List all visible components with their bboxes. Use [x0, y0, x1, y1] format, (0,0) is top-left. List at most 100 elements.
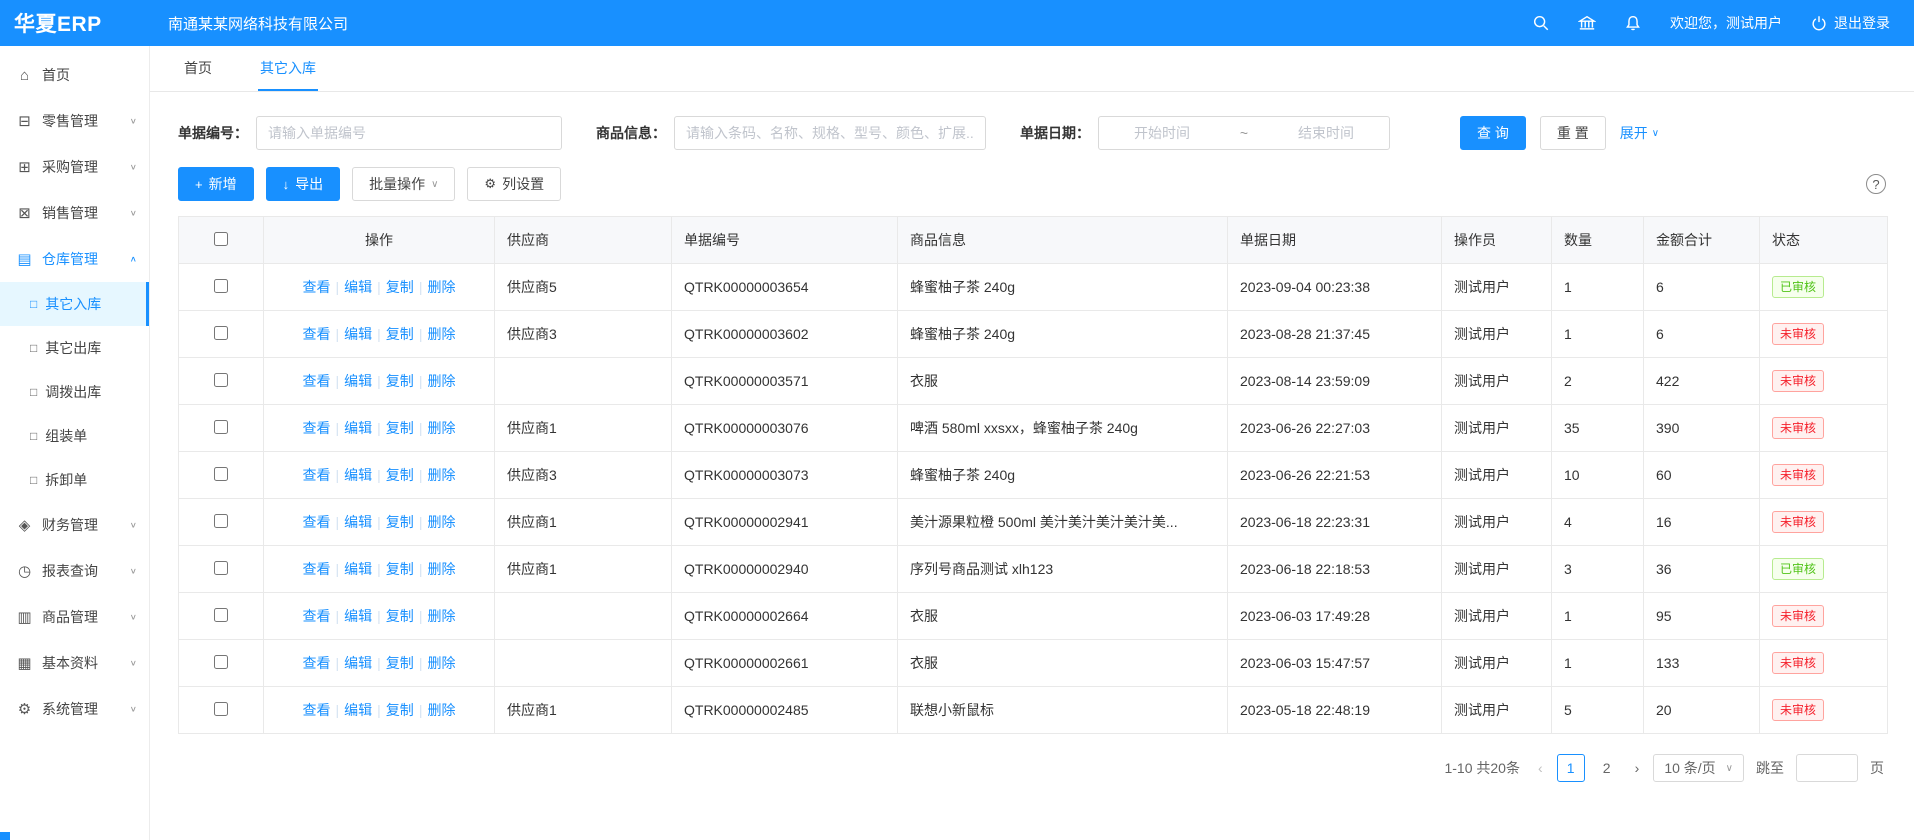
- next-page-icon[interactable]: ›: [1633, 760, 1642, 776]
- row-checkbox[interactable]: [214, 279, 228, 293]
- action-copy[interactable]: 复制: [386, 655, 414, 671]
- sidebar-item-system[interactable]: ⚙系统管理∨: [0, 686, 149, 732]
- action-view[interactable]: 查看: [303, 655, 331, 671]
- select-all-checkbox[interactable]: [214, 232, 228, 246]
- status-cell: 未审核: [1760, 499, 1888, 546]
- row-checkbox[interactable]: [214, 561, 228, 575]
- action-delete[interactable]: 删除: [427, 420, 455, 436]
- row-checkbox[interactable]: [214, 702, 228, 716]
- row-checkbox[interactable]: [214, 514, 228, 528]
- sidebar-item-finance[interactable]: ◈财务管理∨: [0, 502, 149, 548]
- cell-material: 衣服: [898, 358, 1228, 405]
- action-edit[interactable]: 编辑: [344, 514, 372, 530]
- action-copy[interactable]: 复制: [386, 608, 414, 624]
- sidebar-item-warehouse[interactable]: ▤仓库管理∧: [0, 236, 149, 282]
- row-checkbox[interactable]: [214, 655, 228, 669]
- action-edit[interactable]: 编辑: [344, 561, 372, 577]
- prev-page-icon[interactable]: ‹: [1536, 760, 1545, 776]
- sidebar-item-home[interactable]: ⌂首页: [0, 52, 149, 98]
- action-delete[interactable]: 删除: [427, 326, 455, 342]
- reset-button[interactable]: 重 置: [1540, 116, 1606, 150]
- sidebar-subitem-assemble[interactable]: □组装单: [0, 414, 149, 458]
- sidebar-item-purchase[interactable]: ⊞采购管理∨: [0, 144, 149, 190]
- action-edit[interactable]: 编辑: [344, 326, 372, 342]
- column-settings-button[interactable]: ⚙ 列设置: [467, 167, 561, 201]
- jump-page-input[interactable]: [1796, 754, 1858, 782]
- row-checkbox[interactable]: [214, 467, 228, 481]
- action-delete[interactable]: 删除: [427, 608, 455, 624]
- sidebar-subitem-other-in[interactable]: □其它入库: [0, 282, 149, 326]
- sidebar-item-report[interactable]: ◷报表查询∨: [0, 548, 149, 594]
- action-copy[interactable]: 复制: [386, 279, 414, 295]
- sidebar-item-goods[interactable]: ▥商品管理∨: [0, 594, 149, 640]
- action-copy[interactable]: 复制: [386, 702, 414, 718]
- action-view[interactable]: 查看: [303, 279, 331, 295]
- action-edit[interactable]: 编辑: [344, 608, 372, 624]
- action-copy[interactable]: 复制: [386, 467, 414, 483]
- action-copy[interactable]: 复制: [386, 561, 414, 577]
- page-button-2[interactable]: 2: [1593, 754, 1621, 782]
- sidebar-subitem-other-out[interactable]: □其它出库: [0, 326, 149, 370]
- tab-other-in[interactable]: 其它入库: [258, 46, 318, 91]
- logout-button[interactable]: 退出登录: [1810, 13, 1890, 33]
- app-logo: 华夏ERP: [0, 8, 150, 38]
- action-view[interactable]: 查看: [303, 702, 331, 718]
- row-checkbox[interactable]: [214, 373, 228, 387]
- sidebar-item-retail[interactable]: ⊟零售管理∨: [0, 98, 149, 144]
- action-delete[interactable]: 删除: [427, 373, 455, 389]
- bank-icon[interactable]: [1578, 14, 1596, 32]
- action-copy[interactable]: 复制: [386, 326, 414, 342]
- sidebar-item-label: 零售管理: [42, 111, 98, 131]
- date-range-picker[interactable]: 开始时间 ~ 结束时间: [1098, 116, 1390, 150]
- sidebar-subitem-disassemble[interactable]: □拆卸单: [0, 458, 149, 502]
- bill-no-input[interactable]: [256, 116, 562, 150]
- retail-icon: ⊟: [16, 112, 33, 130]
- expand-link[interactable]: 展开 ∨: [1620, 123, 1659, 143]
- row-checkbox[interactable]: [214, 420, 228, 434]
- action-copy[interactable]: 复制: [386, 514, 414, 530]
- action-edit[interactable]: 编辑: [344, 702, 372, 718]
- tab-home[interactable]: 首页: [182, 46, 214, 91]
- action-edit[interactable]: 编辑: [344, 373, 372, 389]
- action-delete[interactable]: 删除: [427, 514, 455, 530]
- export-button[interactable]: ↓ 导出: [266, 167, 341, 201]
- cell-bill_no: QTRK00000003076: [672, 405, 898, 452]
- material-input[interactable]: [674, 116, 986, 150]
- action-view[interactable]: 查看: [303, 420, 331, 436]
- action-view[interactable]: 查看: [303, 467, 331, 483]
- action-view[interactable]: 查看: [303, 514, 331, 530]
- page-button-1[interactable]: 1: [1557, 754, 1585, 782]
- action-edit[interactable]: 编辑: [344, 420, 372, 436]
- action-separator: |: [377, 655, 381, 671]
- sidebar-subitem-transfer-out[interactable]: □调拨出库: [0, 370, 149, 414]
- action-copy[interactable]: 复制: [386, 420, 414, 436]
- action-separator: |: [419, 514, 423, 530]
- action-delete[interactable]: 删除: [427, 561, 455, 577]
- action-edit[interactable]: 编辑: [344, 467, 372, 483]
- action-view[interactable]: 查看: [303, 326, 331, 342]
- search-button[interactable]: 查 询: [1460, 116, 1526, 150]
- action-delete[interactable]: 删除: [427, 702, 455, 718]
- sidebar-item-sale[interactable]: ⊠销售管理∨: [0, 190, 149, 236]
- page-size-select[interactable]: 10 条/页 ∨: [1653, 754, 1744, 782]
- cell-supplier: 供应商1: [495, 546, 672, 593]
- batch-operations-button[interactable]: 批量操作 ∨: [352, 167, 455, 201]
- action-copy[interactable]: 复制: [386, 373, 414, 389]
- search-icon[interactable]: [1532, 14, 1550, 32]
- row-checkbox[interactable]: [214, 608, 228, 622]
- help-icon[interactable]: ?: [1866, 174, 1886, 194]
- action-view[interactable]: 查看: [303, 373, 331, 389]
- status-cell: 未审核: [1760, 640, 1888, 687]
- action-delete[interactable]: 删除: [427, 467, 455, 483]
- cell-supplier: 供应商3: [495, 311, 672, 358]
- action-edit[interactable]: 编辑: [344, 655, 372, 671]
- bell-icon[interactable]: [1624, 14, 1642, 32]
- add-button[interactable]: + 新增: [178, 167, 254, 201]
- action-view[interactable]: 查看: [303, 561, 331, 577]
- action-delete[interactable]: 删除: [427, 655, 455, 671]
- action-delete[interactable]: 删除: [427, 279, 455, 295]
- row-checkbox[interactable]: [214, 326, 228, 340]
- action-view[interactable]: 查看: [303, 608, 331, 624]
- sidebar-item-basic[interactable]: ▦基本资料∨: [0, 640, 149, 686]
- action-edit[interactable]: 编辑: [344, 279, 372, 295]
